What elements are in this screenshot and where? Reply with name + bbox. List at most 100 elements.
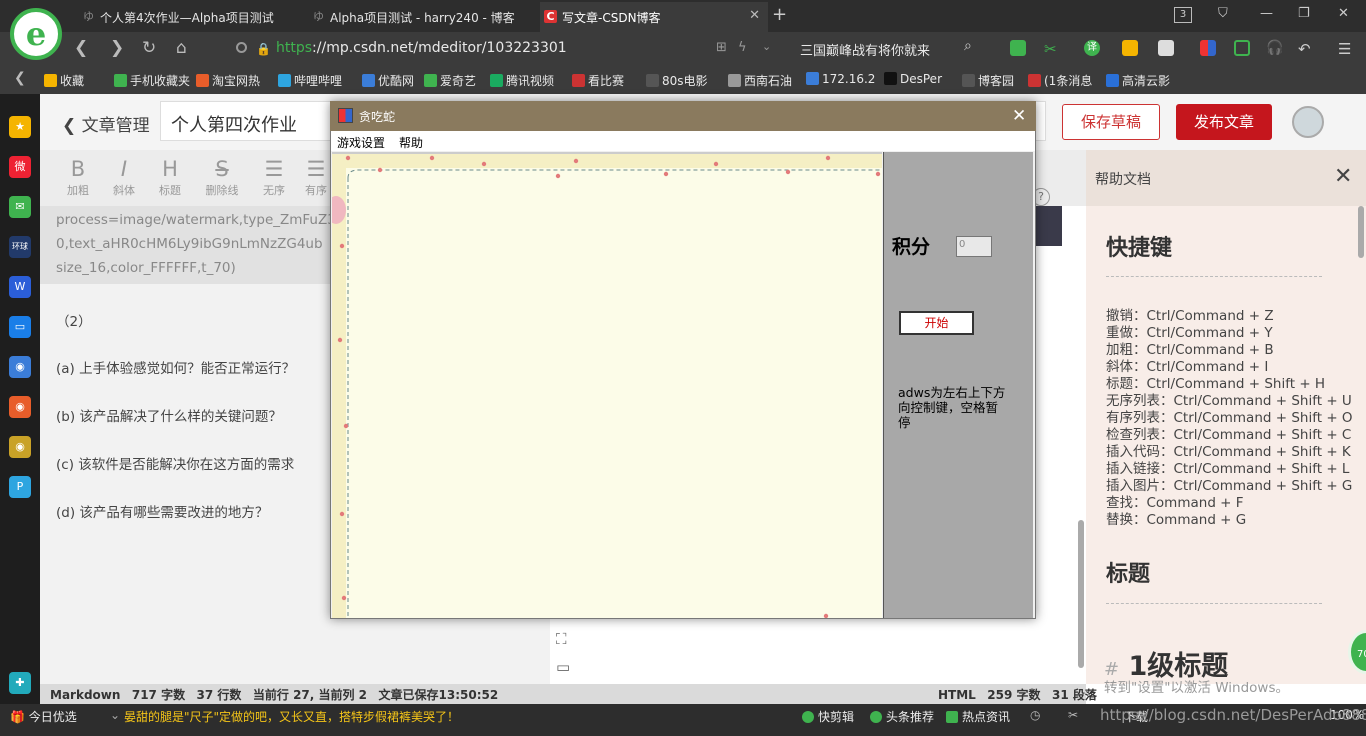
url-text[interactable]: https://mp.csdn.net/mdeditor/103223301 xyxy=(276,40,567,56)
window-titlebar[interactable] xyxy=(330,101,1036,131)
italic-button[interactable]: I 斜体 xyxy=(104,156,144,198)
bookmark-item[interactable]: (1条消息 xyxy=(1028,72,1092,89)
search-suggestion[interactable]: 三国巅峰战有将你就来 xyxy=(800,40,930,59)
shortcut-item: 插入图片：Ctrl/Command + Shift + G xyxy=(1106,478,1353,494)
bookmark-item[interactable]: 80s电影 xyxy=(646,72,708,89)
mail-icon[interactable]: ✉ xyxy=(9,196,31,218)
bookmark-item[interactable]: 淘宝网热 xyxy=(196,72,260,89)
chevron-down-icon[interactable]: ⌄ xyxy=(110,708,120,722)
history-icon[interactable]: ◷ xyxy=(1030,708,1040,722)
heading-button[interactable]: H 标题 xyxy=(150,156,190,198)
shield-icon[interactable] xyxy=(1122,40,1138,56)
chevron-down-icon[interactable]: ⌄ xyxy=(762,40,771,53)
bookmark-item[interactable]: 爱奇艺 xyxy=(424,72,476,89)
preview-scrollbar[interactable] xyxy=(1078,520,1084,668)
news-ticker[interactable]: 晏甜的腿是"尺子"定做的吧，又长又直，搭特步假裙裤美哭了！ xyxy=(124,708,459,725)
article-manage-link[interactable]: ❮ 文章管理 xyxy=(62,111,150,136)
headline-item[interactable]: 头条推荐 xyxy=(870,708,934,725)
gamepad-icon[interactable] xyxy=(1158,40,1174,56)
site-info-icon[interactable] xyxy=(236,42,247,53)
bookmark-item[interactable]: 手机收藏夹 xyxy=(114,72,190,89)
home-icon[interactable]: ⌂ xyxy=(176,38,187,58)
tab-count-badge[interactable]: 3 xyxy=(1174,7,1192,23)
weibo-icon[interactable]: 微 xyxy=(9,156,31,178)
shortcut-item: 无序列表：Ctrl/Command + Shift + U xyxy=(1106,393,1352,409)
menu-help[interactable]: 帮助 xyxy=(399,134,423,151)
help-scrollbar[interactable] xyxy=(1358,206,1364,258)
shortcut-item: 重做：Ctrl/Command + Y xyxy=(1106,325,1273,341)
close-window-icon[interactable]: ✕ xyxy=(1012,106,1026,126)
game3-icon[interactable]: ◉ xyxy=(9,436,31,458)
p-app-icon[interactable]: P xyxy=(9,476,31,498)
reload-icon[interactable]: ↻ xyxy=(142,38,156,58)
bookmark-item[interactable]: 高清云影 xyxy=(1106,72,1170,89)
publish-button[interactable]: 发布文章 xyxy=(1176,104,1272,140)
unordered-list-button[interactable]: ☰ 无序 xyxy=(254,156,294,198)
tool-icon[interactable]: ✂ xyxy=(1068,708,1078,722)
close-help-icon[interactable]: ✕ xyxy=(1334,164,1352,189)
csdn-favicon-icon: C xyxy=(544,10,557,23)
reader-icon[interactable] xyxy=(1010,40,1026,56)
bookmark-item[interactable]: 收藏 xyxy=(44,72,84,89)
quick-edit-item[interactable]: 快剪辑 xyxy=(802,708,854,725)
bookmark-item[interactable]: 172.16.2 xyxy=(806,72,875,86)
chat-icon[interactable]: ▭ xyxy=(9,316,31,338)
undo-icon[interactable]: ↶ xyxy=(1298,40,1314,58)
bookmark-item[interactable]: 优酷网 xyxy=(362,72,414,89)
shortcut-item: 加粗：Ctrl/Command + B xyxy=(1106,342,1274,358)
close-window-icon[interactable]: ✕ xyxy=(1338,6,1349,21)
scissors-icon[interactable]: ✂ xyxy=(1044,40,1060,58)
save-draft-button[interactable]: 保存草稿 xyxy=(1062,104,1160,140)
word-icon[interactable]: W xyxy=(9,276,31,298)
forward-icon[interactable]: ❯ xyxy=(110,38,124,58)
back-icon[interactable]: ❮ xyxy=(74,38,88,58)
collapse-sidebar-icon[interactable]: ❮ xyxy=(14,70,26,86)
bookmark-item[interactable]: 看比赛 xyxy=(572,72,624,89)
star-icon[interactable]: ★ xyxy=(9,116,31,138)
preview-toggle-icon[interactable]: ▭ xyxy=(556,658,570,676)
game-board[interactable] xyxy=(332,152,882,618)
news-icon[interactable]: 环球 xyxy=(9,236,31,258)
menu-game-settings[interactable]: 游戏设置 xyxy=(337,134,385,151)
today-picks[interactable]: 🎁 今日优选 xyxy=(10,708,77,725)
game2-icon[interactable]: ◉ xyxy=(9,396,31,418)
battery-icon[interactable] xyxy=(1234,40,1250,56)
browser-logo-icon[interactable]: e xyxy=(10,8,62,60)
bold-button[interactable]: B 加粗 xyxy=(58,156,98,198)
search-icon[interactable]: ⌕ xyxy=(964,38,972,54)
tab-alpha-test[interactable]: ゆ Alpha项目测试 - harry240 - 博客 xyxy=(308,2,536,32)
restore-icon[interactable]: ❐ xyxy=(1298,6,1310,21)
app-icon xyxy=(338,108,353,123)
strikethrough-button[interactable]: S 删除线 xyxy=(202,156,242,198)
fullscreen-icon[interactable]: ⛶ xyxy=(556,630,567,648)
translate-icon[interactable]: 译 xyxy=(1084,40,1100,56)
tab-alpha-homework[interactable]: ゆ 个人第4次作业—Alpha项目测试 xyxy=(78,2,300,32)
hot-news-item[interactable]: 热点资讯 xyxy=(946,708,1010,725)
bookmark-item[interactable]: 西南石油 xyxy=(728,72,792,89)
add-app-icon[interactable]: ✚ xyxy=(9,672,31,694)
lightning-icon[interactable]: ϟ xyxy=(738,40,747,55)
code-block[interactable]: process=image/watermark,type_ZmFuZ3 0,te… xyxy=(40,206,340,284)
game1-icon[interactable]: ◉ xyxy=(9,356,31,378)
new-tab-icon[interactable]: + xyxy=(772,4,787,25)
bookmark-item[interactable]: 博客园 xyxy=(962,72,1014,89)
shirt-icon[interactable]: ⛉ xyxy=(1218,6,1228,21)
start-button[interactable]: 开始 xyxy=(899,311,974,335)
avatar[interactable] xyxy=(1292,106,1324,138)
bookmark-item[interactable]: 哔哩哔哩 xyxy=(278,72,342,89)
qr-icon[interactable]: ⊞ xyxy=(716,40,727,55)
apps-icon[interactable] xyxy=(1200,40,1216,56)
headphones-icon[interactable]: 🎧 xyxy=(1266,40,1283,56)
bookmark-item[interactable]: DesPer xyxy=(884,72,942,86)
minimize-icon[interactable]: — xyxy=(1260,6,1273,21)
close-tab-icon[interactable]: ✕ xyxy=(749,8,760,23)
tab-write-article[interactable]: C 写文章-CSDN博客 ✕ xyxy=(540,2,768,32)
activate-windows-text: 转到"设置"以激活 Windows。 xyxy=(1104,680,1289,696)
menu-icon[interactable]: ☰ xyxy=(1338,40,1354,58)
question-number: （2） xyxy=(56,314,92,330)
shortcut-item: 查找：Command + F xyxy=(1106,495,1244,511)
question-b: (b) 该产品解决了什么样的关键问题？ xyxy=(56,409,282,425)
bookmark-item[interactable]: 腾讯视频 xyxy=(490,72,554,89)
divider xyxy=(1106,603,1322,604)
preview-image xyxy=(1036,206,1062,246)
